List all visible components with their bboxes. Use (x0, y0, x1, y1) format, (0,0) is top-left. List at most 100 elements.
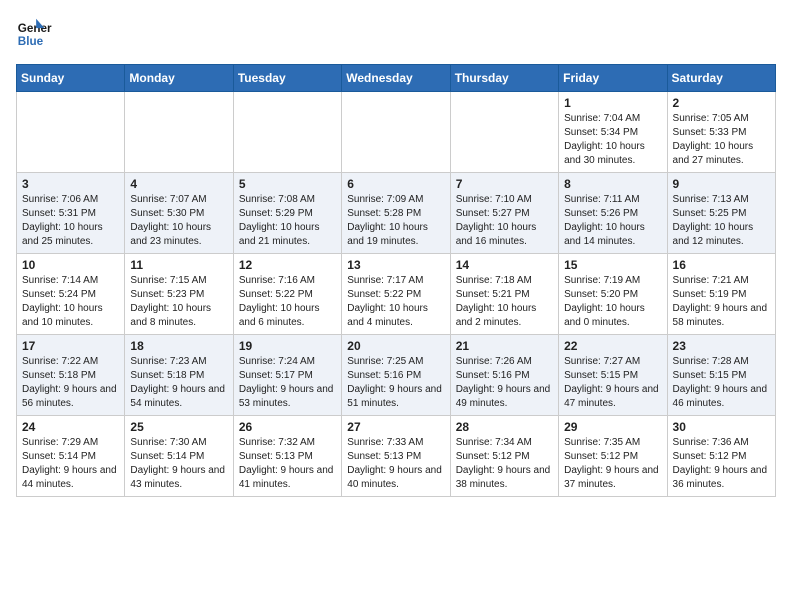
day-info: Sunrise: 7:09 AM Sunset: 5:28 PM Dayligh… (347, 193, 444, 249)
calendar-week-4: 17 Sunrise: 7:22 AM Sunset: 5:18 PM Dayli… (17, 335, 776, 416)
day-info: Sunrise: 7:17 AM Sunset: 5:22 PM Dayligh… (347, 274, 444, 330)
svg-text:General: General (18, 22, 52, 35)
calendar-cell: 27 Sunrise: 7:33 AM Sunset: 5:13 PM Dayli… (342, 416, 450, 497)
page-header: General Blue (16, 16, 776, 52)
calendar-cell: 6 Sunrise: 7:09 AM Sunset: 5:28 PM Daylig… (342, 173, 450, 254)
day-header-friday: Friday (559, 65, 667, 92)
day-info: Sunrise: 7:35 AM Sunset: 5:12 PM Dayligh… (564, 436, 661, 492)
calendar-cell: 9 Sunrise: 7:13 AM Sunset: 5:25 PM Daylig… (667, 173, 775, 254)
calendar-cell: 5Sunrise: 7:08 AM Sunset: 5:29 PM Daylig… (233, 173, 341, 254)
calendar-cell: 24 Sunrise: 7:29 AM Sunset: 5:14 PM Dayli… (17, 416, 125, 497)
day-info: Sunrise: 7:10 AM Sunset: 5:27 PM Dayligh… (456, 193, 553, 249)
calendar-cell: 29 Sunrise: 7:35 AM Sunset: 5:12 PM Dayli… (559, 416, 667, 497)
day-number: 14 (456, 258, 553, 272)
calendar-header-row: SundayMondayTuesdayWednesdayThursdayFrid… (17, 65, 776, 92)
day-info: Sunrise: 7:14 AM Sunset: 5:24 PM Dayligh… (22, 274, 119, 330)
day-header-sunday: Sunday (17, 65, 125, 92)
calendar-cell: 3 Sunrise: 7:06 AM Sunset: 5:31 PM Daylig… (17, 173, 125, 254)
day-info: Sunrise: 7:32 AM Sunset: 5:13 PM Dayligh… (239, 436, 336, 492)
calendar-week-2: 3 Sunrise: 7:06 AM Sunset: 5:31 PM Daylig… (17, 173, 776, 254)
day-number: 17 (22, 339, 119, 353)
day-number: 26 (239, 420, 336, 434)
day-header-wednesday: Wednesday (342, 65, 450, 92)
day-number: 11 (130, 258, 227, 272)
day-info: Sunrise: 7:34 AM Sunset: 5:12 PM Dayligh… (456, 436, 553, 492)
day-number: 3 (22, 177, 119, 191)
day-number: 25 (130, 420, 227, 434)
calendar-cell: 25 Sunrise: 7:30 AM Sunset: 5:14 PM Dayli… (125, 416, 233, 497)
day-info: Sunrise: 7:13 AM Sunset: 5:25 PM Dayligh… (673, 193, 770, 249)
calendar-cell: 11 Sunrise: 7:15 AM Sunset: 5:23 PM Dayli… (125, 254, 233, 335)
calendar-cell: 8 Sunrise: 7:11 AM Sunset: 5:26 PM Daylig… (559, 173, 667, 254)
calendar-cell: 10 Sunrise: 7:14 AM Sunset: 5:24 PM Dayli… (17, 254, 125, 335)
calendar-cell: 4Sunrise: 7:07 AM Sunset: 5:30 PM Daylig… (125, 173, 233, 254)
day-info: Sunrise: 7:36 AM Sunset: 5:12 PM Dayligh… (673, 436, 770, 492)
svg-text:Blue: Blue (18, 35, 44, 48)
day-number: 20 (347, 339, 444, 353)
day-info: Sunrise: 7:21 AM Sunset: 5:19 PM Dayligh… (673, 274, 770, 330)
calendar-cell (450, 92, 558, 173)
calendar-cell (125, 92, 233, 173)
calendar-cell: 2 Sunrise: 7:05 AM Sunset: 5:33 PM Daylig… (667, 92, 775, 173)
day-number: 10 (22, 258, 119, 272)
calendar-table: SundayMondayTuesdayWednesdayThursdayFrid… (16, 64, 776, 497)
calendar-cell: 13 Sunrise: 7:17 AM Sunset: 5:22 PM Dayli… (342, 254, 450, 335)
day-number: 27 (347, 420, 444, 434)
day-info: Sunrise: 7:25 AM Sunset: 5:16 PM Dayligh… (347, 355, 444, 411)
calendar-cell: 15 Sunrise: 7:19 AM Sunset: 5:20 PM Dayli… (559, 254, 667, 335)
day-info: Sunrise: 7:06 AM Sunset: 5:31 PM Dayligh… (22, 193, 119, 249)
calendar-week-5: 24 Sunrise: 7:29 AM Sunset: 5:14 PM Dayli… (17, 416, 776, 497)
day-info: Sunrise: 7:22 AM Sunset: 5:18 PM Dayligh… (22, 355, 119, 411)
day-number: 2 (673, 96, 770, 110)
day-number: 19 (239, 339, 336, 353)
day-number: 13 (347, 258, 444, 272)
day-number: 7 (456, 177, 553, 191)
calendar-cell: 7 Sunrise: 7:10 AM Sunset: 5:27 PM Daylig… (450, 173, 558, 254)
calendar-cell (17, 92, 125, 173)
day-info: Sunrise: 7:33 AM Sunset: 5:13 PM Dayligh… (347, 436, 444, 492)
day-number: 1 (564, 96, 661, 110)
day-header-saturday: Saturday (667, 65, 775, 92)
day-number: 18 (130, 339, 227, 353)
calendar-cell: 16 Sunrise: 7:21 AM Sunset: 5:19 PM Dayli… (667, 254, 775, 335)
day-info: Sunrise: 7:30 AM Sunset: 5:14 PM Dayligh… (130, 436, 227, 492)
day-info: Sunrise: 7:18 AM Sunset: 5:21 PM Dayligh… (456, 274, 553, 330)
day-info: Sunrise: 7:07 AM Sunset: 5:30 PM Dayligh… (130, 193, 227, 249)
day-info: Sunrise: 7:27 AM Sunset: 5:15 PM Dayligh… (564, 355, 661, 411)
day-number: 8 (564, 177, 661, 191)
day-number: 28 (456, 420, 553, 434)
calendar-cell: 18Sunrise: 7:23 AM Sunset: 5:18 PM Dayli… (125, 335, 233, 416)
day-number: 12 (239, 258, 336, 272)
calendar-cell: 20 Sunrise: 7:25 AM Sunset: 5:16 PM Dayli… (342, 335, 450, 416)
day-header-monday: Monday (125, 65, 233, 92)
day-number: 24 (22, 420, 119, 434)
day-header-thursday: Thursday (450, 65, 558, 92)
day-number: 29 (564, 420, 661, 434)
day-number: 16 (673, 258, 770, 272)
logo: General Blue (16, 16, 58, 52)
calendar-cell: 28 Sunrise: 7:34 AM Sunset: 5:12 PM Dayli… (450, 416, 558, 497)
day-number: 9 (673, 177, 770, 191)
calendar-cell: 12 Sunrise: 7:16 AM Sunset: 5:22 PM Dayli… (233, 254, 341, 335)
day-info: Sunrise: 7:08 AM Sunset: 5:29 PM Dayligh… (239, 193, 336, 249)
day-info: Sunrise: 7:15 AM Sunset: 5:23 PM Dayligh… (130, 274, 227, 330)
calendar-cell: 26 Sunrise: 7:32 AM Sunset: 5:13 PM Dayli… (233, 416, 341, 497)
calendar-cell: 23Sunrise: 7:28 AM Sunset: 5:15 PM Dayli… (667, 335, 775, 416)
day-number: 30 (673, 420, 770, 434)
calendar-cell: 14 Sunrise: 7:18 AM Sunset: 5:21 PM Dayli… (450, 254, 558, 335)
day-info: Sunrise: 7:19 AM Sunset: 5:20 PM Dayligh… (564, 274, 661, 330)
day-info: Sunrise: 7:05 AM Sunset: 5:33 PM Dayligh… (673, 112, 770, 168)
calendar-cell: 22 Sunrise: 7:27 AM Sunset: 5:15 PM Dayli… (559, 335, 667, 416)
day-info: Sunrise: 7:29 AM Sunset: 5:14 PM Dayligh… (22, 436, 119, 492)
day-info: Sunrise: 7:16 AM Sunset: 5:22 PM Dayligh… (239, 274, 336, 330)
logo-icon: General Blue (16, 16, 52, 52)
day-header-tuesday: Tuesday (233, 65, 341, 92)
day-number: 6 (347, 177, 444, 191)
day-number: 22 (564, 339, 661, 353)
calendar-cell: 30 Sunrise: 7:36 AM Sunset: 5:12 PM Dayli… (667, 416, 775, 497)
day-info: Sunrise: 7:24 AM Sunset: 5:17 PM Dayligh… (239, 355, 336, 411)
calendar-week-1: 1Sunrise: 7:04 AM Sunset: 5:34 PM Daylig… (17, 92, 776, 173)
calendar-cell (233, 92, 341, 173)
day-info: Sunrise: 7:11 AM Sunset: 5:26 PM Dayligh… (564, 193, 661, 249)
day-number: 15 (564, 258, 661, 272)
